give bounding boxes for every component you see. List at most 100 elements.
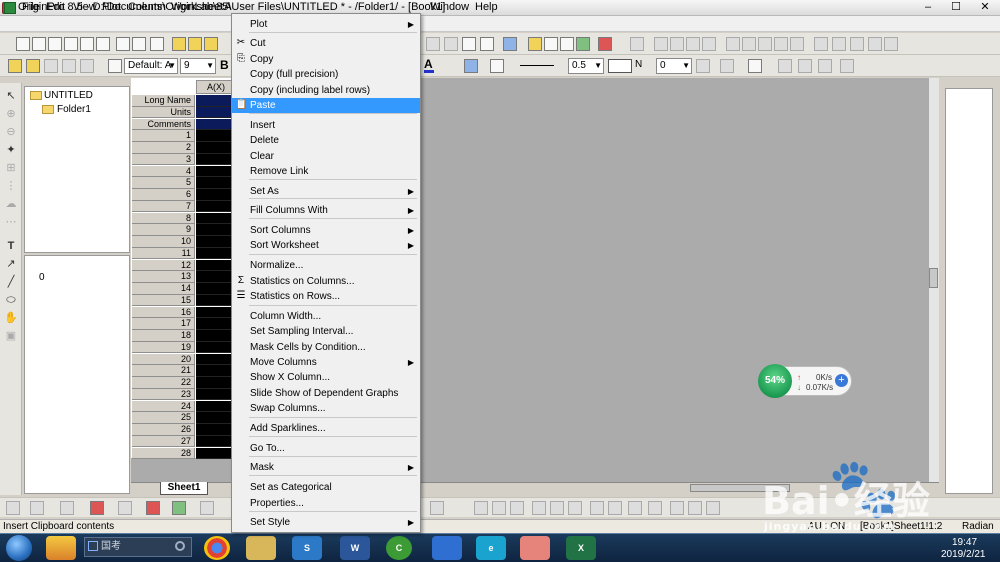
data-cell[interactable]: [196, 412, 236, 424]
refresh-icon[interactable]: [444, 37, 458, 51]
data-reader-icon[interactable]: ⊞: [4, 161, 18, 175]
data-cell[interactable]: [196, 388, 236, 401]
line-style-sample[interactable]: [520, 65, 554, 66]
layout-grid-icon[interactable]: [884, 37, 898, 51]
data-cell[interactable]: [196, 435, 236, 448]
bold-button[interactable]: B: [220, 58, 229, 72]
command-window-icon[interactable]: [560, 37, 574, 51]
ungroup-c-icon[interactable]: [706, 501, 720, 515]
row-header[interactable]: 8: [132, 212, 195, 225]
file-explorer-icon[interactable]: [246, 536, 276, 560]
menu-item-add-sparklines[interactable]: Add Sparklines...: [232, 421, 420, 436]
pointer-icon[interactable]: ↖: [4, 89, 18, 103]
menu-item-swap-columns[interactable]: Swap Columns...: [232, 401, 420, 416]
start-button[interactable]: [6, 535, 32, 561]
line-plot-icon[interactable]: [6, 501, 20, 515]
close-button[interactable]: ✕: [970, 0, 1000, 15]
taskbar-app-icon[interactable]: [46, 536, 76, 560]
menu-item-mask[interactable]: Mask ▶: [232, 460, 420, 475]
ellipse-icon[interactable]: ⬭: [4, 293, 18, 307]
stats-plot-icon[interactable]: [430, 501, 444, 515]
new-layout-icon[interactable]: [116, 37, 130, 51]
font-combo[interactable]: Default: A ▼: [124, 58, 178, 74]
hand-icon[interactable]: ✋: [4, 311, 18, 325]
highlighter-icon[interactable]: [26, 59, 40, 73]
row-header[interactable]: 1: [132, 130, 195, 142]
clock-icon[interactable]: [868, 37, 882, 51]
row-header[interactable]: 13: [132, 271, 195, 283]
tile-vertical-icon[interactable]: [670, 37, 684, 51]
row-header[interactable]: 9: [132, 224, 195, 236]
maximize-button[interactable]: ☐: [942, 0, 970, 15]
row-header[interactable]: 7: [132, 200, 195, 213]
new-worksheet-icon[interactable]: [32, 37, 46, 51]
data-cell[interactable]: [196, 353, 236, 366]
menu-view[interactable]: View: [73, 1, 97, 13]
menu-item-plot[interactable]: Plot ▶: [232, 17, 420, 32]
special-plot-icon[interactable]: [200, 501, 214, 515]
menu-item-insert[interactable]: Insert: [232, 118, 420, 133]
project-explorer-icon[interactable]: [503, 37, 517, 51]
data-cell[interactable]: [196, 330, 236, 342]
data-cell[interactable]: [196, 142, 236, 154]
column-split-icon[interactable]: [840, 59, 854, 73]
data-cell[interactable]: [196, 424, 236, 436]
open-excel-icon[interactable]: [204, 37, 218, 51]
label-row-header[interactable]: Long Name: [132, 95, 195, 107]
vertical-scroll-thumb[interactable]: [929, 268, 938, 288]
data-cell[interactable]: [196, 236, 236, 248]
menu-item-paste[interactable]: 📋 Paste: [232, 98, 420, 113]
pie-plot-icon[interactable]: [118, 501, 132, 515]
column-right-icon[interactable]: [798, 59, 812, 73]
clock-date[interactable]: 2019/2/21: [941, 549, 986, 560]
menu-worksheet[interactable]: Worksheet: [171, 1, 223, 13]
align-a-icon[interactable]: [474, 501, 488, 515]
align-top-icon[interactable]: [758, 37, 772, 51]
menu-item-move-columns[interactable]: Move Columns ▶: [232, 355, 420, 370]
menu-item-go-to[interactable]: Go To...: [232, 441, 420, 456]
tile-horizontal-icon[interactable]: [686, 37, 700, 51]
scatter-plot-icon[interactable]: [30, 501, 44, 515]
menu-column[interactable]: Column: [128, 1, 166, 13]
row-header[interactable]: 19: [132, 341, 195, 354]
arrow-icon[interactable]: ↗: [4, 257, 18, 271]
menu-item-remove-link[interactable]: Remove Link: [232, 164, 420, 179]
label-row-header[interactable]: Comments: [132, 118, 195, 131]
row-header[interactable]: 6: [132, 189, 195, 201]
menu-item-column-width[interactable]: Column Width...: [232, 309, 420, 324]
project-root-item[interactable]: UNTITLED: [44, 90, 93, 101]
data-cell[interactable]: [196, 283, 236, 295]
ungroup-b-icon[interactable]: [688, 501, 702, 515]
align-center-icon[interactable]: [790, 37, 804, 51]
menu-item-cut[interactable]: ✂ Cut: [232, 36, 420, 51]
menu-edit[interactable]: Edit: [46, 1, 65, 13]
minimize-button[interactable]: –: [914, 0, 942, 15]
data-cell[interactable]: [196, 153, 236, 166]
row-header[interactable]: 14: [132, 283, 195, 295]
align-right-icon[interactable]: [742, 37, 756, 51]
data-selector-icon[interactable]: ⋮: [4, 179, 18, 193]
row-header[interactable]: 15: [132, 294, 195, 307]
table-grid-icon[interactable]: [748, 59, 762, 73]
new-project-icon[interactable]: [16, 37, 30, 51]
row-header[interactable]: 24: [132, 400, 195, 413]
list-icon[interactable]: [814, 37, 828, 51]
menu-item-copy-including-label-rows[interactable]: Copy (including label rows): [232, 83, 420, 98]
lock-icon[interactable]: [80, 59, 94, 73]
project-folder-item[interactable]: Folder1: [57, 104, 91, 115]
plus-icon[interactable]: +: [835, 374, 848, 387]
font-size-combo[interactable]: 9 ▼: [180, 58, 216, 74]
pencil-icon[interactable]: [8, 59, 22, 73]
text-tool-icon[interactable]: [108, 59, 122, 73]
data-cell[interactable]: [196, 400, 236, 413]
row-header[interactable]: 16: [132, 306, 195, 319]
menu-item-show-x-column[interactable]: Show X Column...: [232, 370, 420, 385]
app-green-icon[interactable]: C: [386, 536, 412, 560]
row-header[interactable]: 2: [132, 142, 195, 154]
align-b-icon[interactable]: [492, 501, 506, 515]
new-notes-icon[interactable]: [132, 37, 146, 51]
data-cell[interactable]: [196, 165, 236, 178]
data-cell[interactable]: [196, 447, 236, 460]
line-width-combo[interactable]: 0.5 ▼: [568, 58, 604, 74]
pin-icon[interactable]: [62, 59, 76, 73]
